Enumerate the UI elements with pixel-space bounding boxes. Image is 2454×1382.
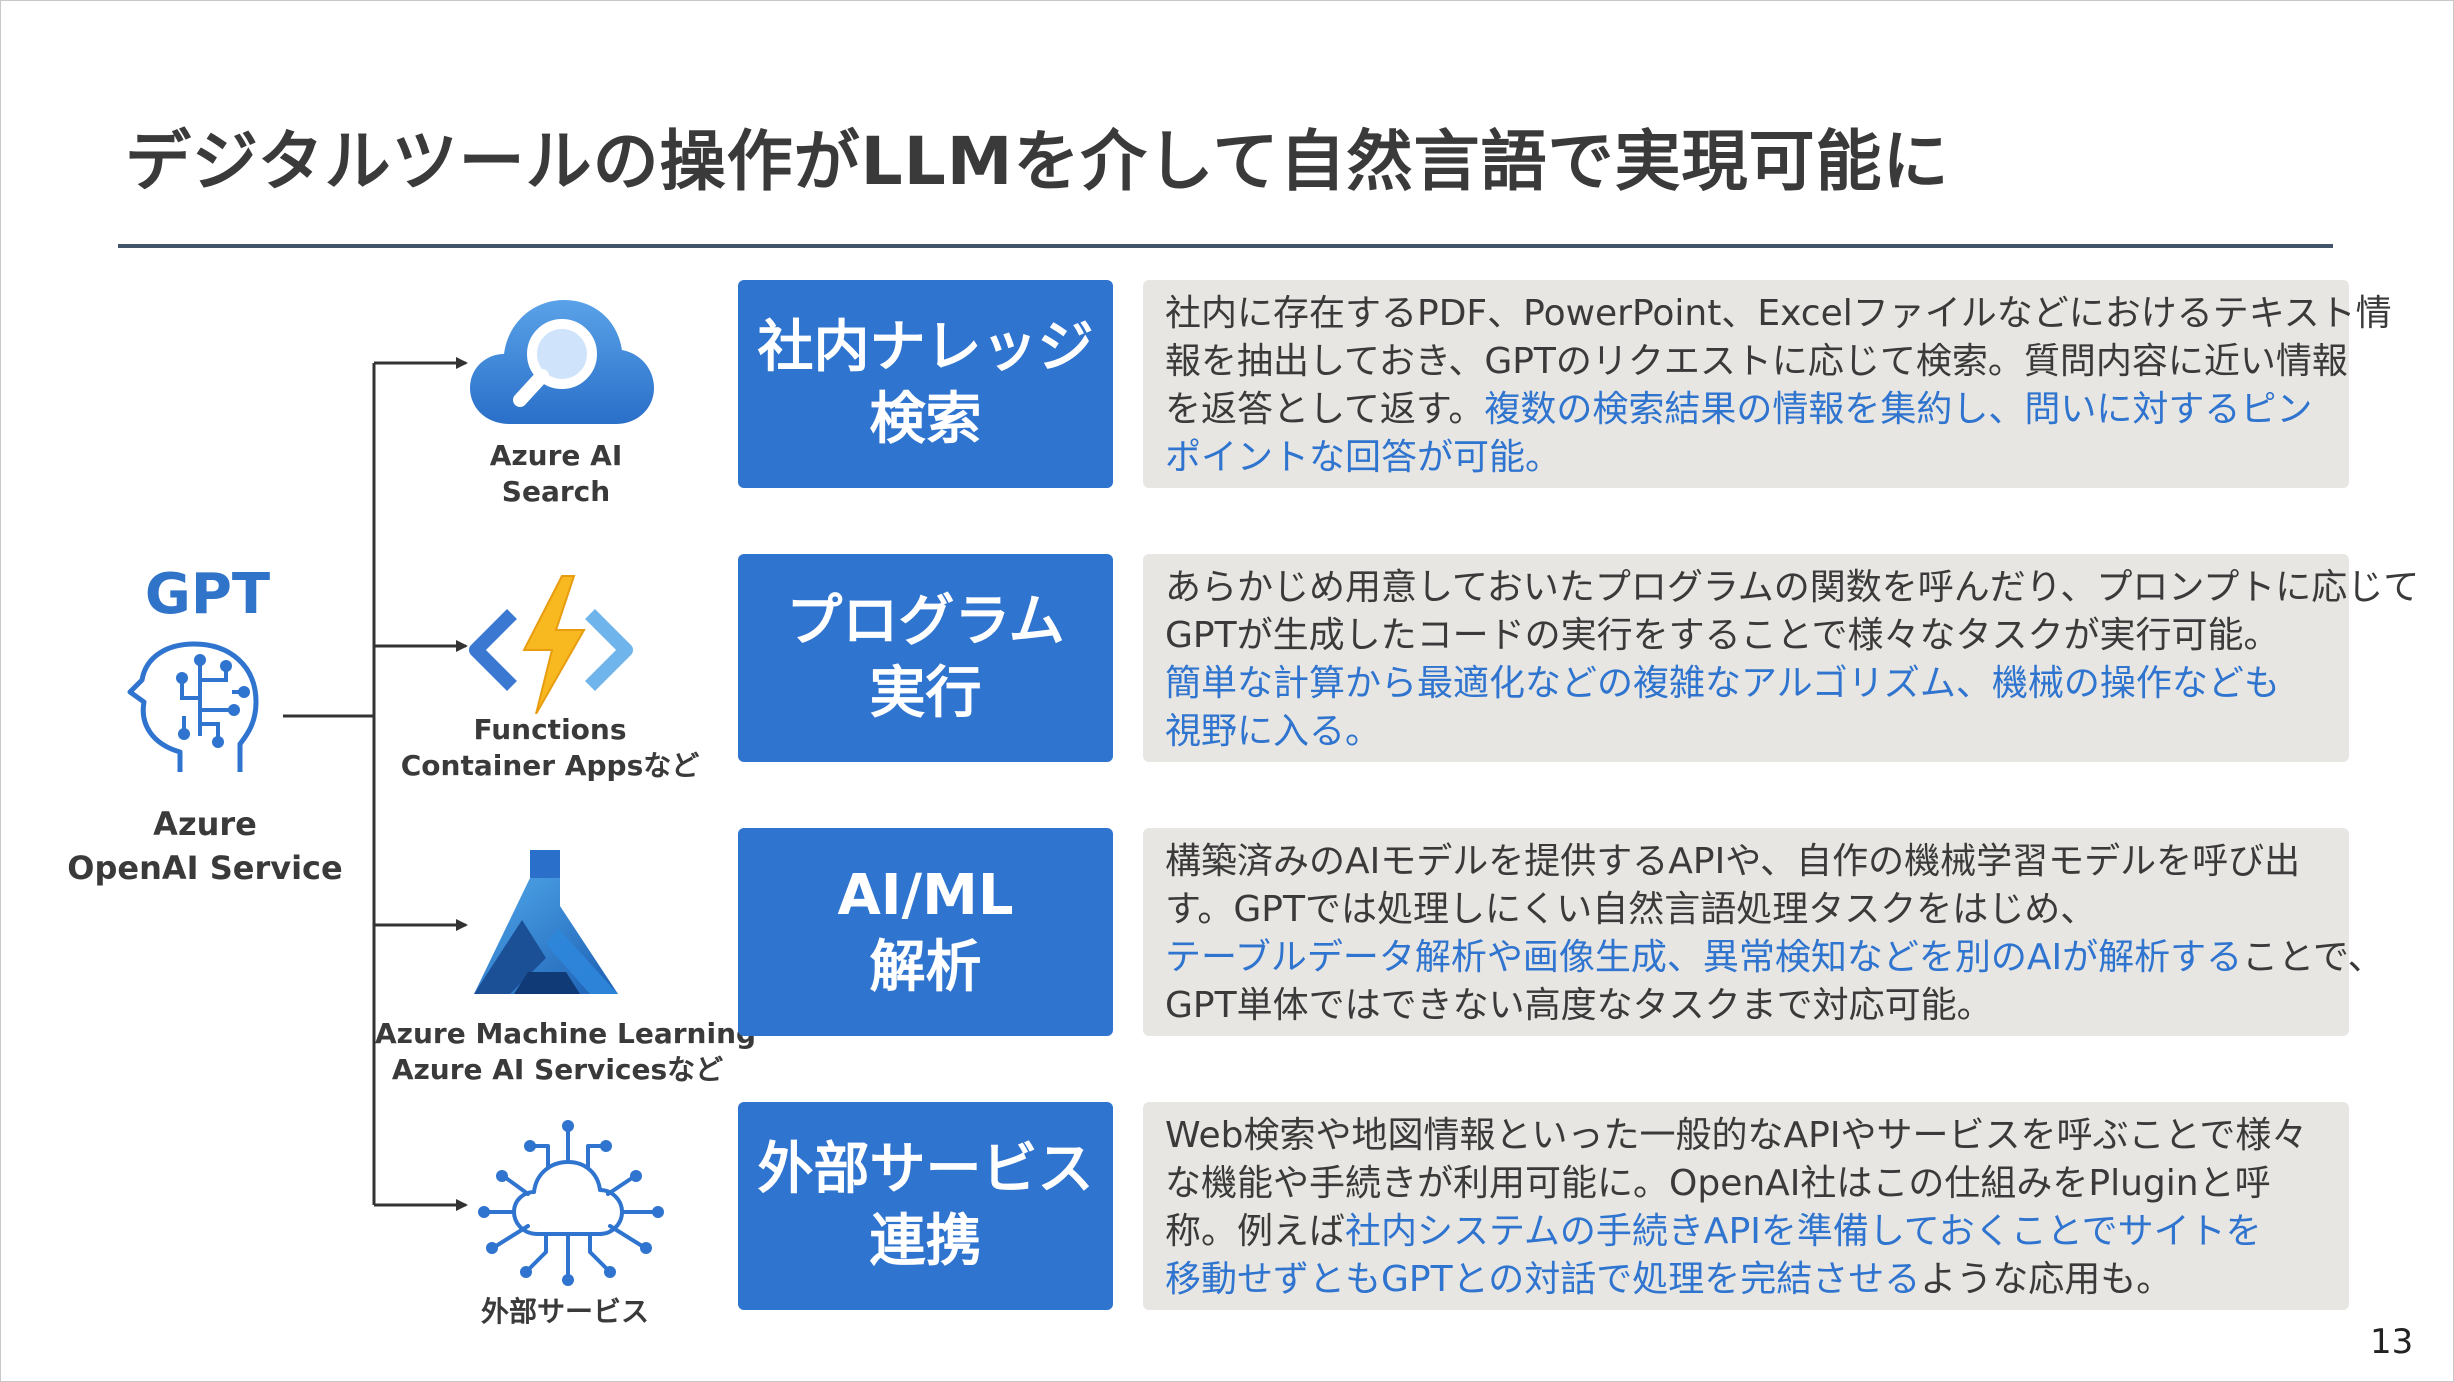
desc-line: す。GPTでは処理しにくい自然言語処理タスクをはじめ、 — [1165, 886, 2331, 934]
desc-text: GPT単体ではできない高度なタスクまで対応可能。 — [1165, 985, 1993, 1026]
desc-line: 視野に入る。 — [1165, 708, 2331, 756]
azure-openai-line1: Azure — [153, 805, 257, 843]
service-label-external: 外部サービス — [440, 1294, 690, 1330]
desc-line: Web検索や地図情報といった一般的なAPIやサービスを呼ぶことで様々 — [1165, 1112, 2331, 1160]
desc-highlight-text: 複数の検索結果の情報を集約し、問いに対するピン — [1484, 389, 2313, 430]
desc-line: ポイントな回答が可能。 — [1165, 434, 2331, 482]
desc-line: な機能や手続きが利用可能に。OpenAI社はこの仕組みをPluginと呼 — [1165, 1160, 2331, 1208]
service-line1: Functions — [473, 713, 627, 746]
capability-title-line2: 解析 — [869, 935, 982, 1000]
desc-text: ような応用も。 — [1920, 1259, 2173, 1300]
desc-text: 称。例えば — [1165, 1211, 1346, 1252]
title-divider — [118, 244, 2333, 248]
desc-text: 構築済みのAIモデルを提供するAPIや、自作の機械学習モデルを呼び出 — [1165, 841, 2301, 882]
capability-title-line2: 実行 — [869, 661, 982, 726]
desc-highlight-text: ポイントな回答が可能。 — [1165, 437, 1562, 478]
desc-highlight-text: 移動せずともGPTとの対話で処理を完結させる — [1165, 1259, 1921, 1300]
capability-desc-external: Web検索や地図情報といった一般的なAPIやサービスを呼ぶことで様々 な機能や手続… — [1143, 1102, 2349, 1310]
desc-text: 報を抽出しておき、GPTのリクエストに応じて検索。質問内容に近い情報 — [1165, 341, 2348, 382]
desc-line: 簡単な計算から最適化などの複雑なアルゴリズム、機械の操作なども — [1165, 660, 2331, 708]
cloud-network-icon — [478, 1120, 664, 1286]
service-line1: 外部サービス — [480, 1295, 649, 1328]
capability-title-line2: 検索 — [869, 387, 982, 452]
desc-highlight-text: 視野に入る。 — [1165, 711, 1382, 752]
azure-openai-line2: OpenAI Service — [67, 849, 343, 887]
head-circuit-icon — [127, 641, 259, 772]
desc-highlight-text: 社内システムの手続きAPIを準備しておくことでサイトを — [1345, 1211, 2262, 1252]
desc-text: ことで、 — [2242, 937, 2384, 978]
desc-line: 構築済みのAIモデルを提供するAPIや、自作の機械学習モデルを呼び出 — [1165, 838, 2331, 886]
desc-line: 報を抽出しておき、GPTのリクエストに応じて検索。質問内容に近い情報 — [1165, 338, 2348, 386]
desc-text: を返答として返す。 — [1165, 389, 1485, 430]
desc-highlight-text: 簡単な計算から最適化などの複雑なアルゴリズム、機械の操作なども — [1165, 663, 2280, 704]
slide-title: デジタルツールの操作がLLMを介して自然言語で実現可能に — [125, 123, 1950, 200]
capability-desc-aiml: 構築済みのAIモデルを提供するAPIや、自作の機械学習モデルを呼び出 す。GPTで… — [1143, 828, 2384, 1036]
capability-title-aiml: AI/ML 解析 — [738, 828, 1113, 1036]
cloud-search-icon — [470, 300, 654, 424]
desc-text: す。GPTでは処理しにくい自然言語処理タスクをはじめ、 — [1165, 889, 2097, 930]
service-line2: Container Appsなど — [400, 749, 700, 782]
desc-text: 社内に存在するPDF、PowerPoint、Excelファイルなどにおけるテキス… — [1165, 293, 2392, 334]
desc-text: GPTが生成したコードの実行をすることで様々なタスクが実行可能。 — [1165, 615, 2280, 656]
capability-title-line1: AI/ML — [837, 863, 1014, 928]
service-line1: Azure AI — [489, 439, 623, 472]
desc-text: Web検索や地図情報といった一般的なAPIやサービスを呼ぶことで様々 — [1165, 1115, 2308, 1156]
service-label-functions: Functions Container Appsなど — [400, 712, 700, 784]
desc-text: あらかじめ用意しておいたプログラムの関数を呼んだり、プロンプトに応じて — [1165, 567, 2420, 608]
desc-text: な機能や手続きが利用可能に。OpenAI社はこの仕組みをPluginと呼 — [1165, 1163, 2271, 1204]
service-line2: Search — [501, 475, 611, 508]
desc-line: あらかじめ用意しておいたプログラムの関数を呼んだり、プロンプトに応じて — [1165, 564, 2419, 612]
ml-flask-icon — [474, 850, 618, 994]
capability-desc-program-exec: あらかじめ用意しておいたプログラムの関数を呼んだり、プロンプトに応じて GPTが生… — [1143, 554, 2419, 762]
capability-title-program-exec: プログラム 実行 — [738, 554, 1113, 762]
desc-line: 社内に存在するPDF、PowerPoint、Excelファイルなどにおけるテキス… — [1165, 290, 2392, 338]
desc-highlight-text: テーブルデータ解析や画像生成、異常検知などを別のAIが解析する — [1165, 937, 2243, 978]
desc-line: 移動せずともGPTとの対話で処理を完結させるような応用も。 — [1165, 1256, 2331, 1304]
service-line2: Azure AI Servicesなど — [391, 1053, 724, 1086]
desc-line: を返答として返す。複数の検索結果の情報を集約し、問いに対するピン — [1165, 386, 2331, 434]
capability-title-knowledge-search: 社内ナレッジ 検索 — [738, 280, 1113, 488]
service-label-ml: Azure Machine Learning Azure AI Services… — [375, 1016, 757, 1088]
gpt-label: GPT — [144, 562, 271, 627]
desc-line: 称。例えば社内システムの手続きAPIを準備しておくことでサイトを — [1165, 1208, 2331, 1256]
desc-line: GPT単体ではできない高度なタスクまで対応可能。 — [1165, 982, 2331, 1030]
capability-title-line2: 連携 — [869, 1209, 982, 1274]
capability-desc-knowledge-search: 社内に存在するPDF、PowerPoint、Excelファイルなどにおけるテキス… — [1143, 280, 2392, 488]
desc-line: テーブルデータ解析や画像生成、異常検知などを別のAIが解析することで、 — [1165, 934, 2384, 982]
service-line1: Azure Machine Learning — [375, 1017, 757, 1050]
capability-title-line1: プログラム — [786, 589, 1065, 654]
desc-line: GPTが生成したコードの実行をすることで様々なタスクが実行可能。 — [1165, 612, 2331, 660]
capability-title-line1: 外部サービス — [757, 1137, 1094, 1202]
capability-title-external: 外部サービス 連携 — [738, 1102, 1113, 1310]
service-label-ai-search: Azure AI Search — [426, 438, 686, 510]
page-number: 13 — [2370, 1322, 2414, 1362]
azure-openai-label: Azure OpenAI Service — [60, 802, 350, 890]
capability-title-line1: 社内ナレッジ — [757, 315, 1094, 380]
functions-lightning-icon — [469, 575, 633, 714]
